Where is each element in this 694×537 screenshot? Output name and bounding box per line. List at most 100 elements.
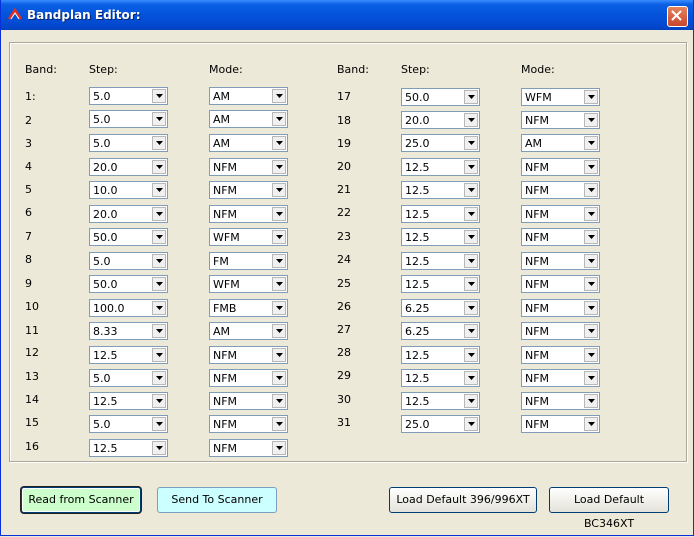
- mode-select-band-16[interactable]: NFM: [209, 439, 288, 457]
- mode-select-band-13[interactable]: NFM: [209, 369, 288, 387]
- dropdown-arrow-icon[interactable]: [152, 441, 166, 455]
- dropdown-arrow-icon[interactable]: [272, 183, 286, 197]
- dropdown-arrow-icon[interactable]: [464, 207, 478, 221]
- dropdown-arrow-icon[interactable]: [272, 301, 286, 315]
- step-select-band-9[interactable]: 50.0: [89, 275, 168, 293]
- title-bar[interactable]: Bandplan Editor:: [1, 0, 693, 30]
- mode-select-band-21[interactable]: NFM: [521, 181, 600, 199]
- mode-select-band-2[interactable]: AM: [209, 110, 288, 128]
- close-button[interactable]: [667, 6, 688, 27]
- dropdown-arrow-icon[interactable]: [152, 348, 166, 362]
- mode-select-band-22[interactable]: NFM: [521, 205, 600, 223]
- dropdown-arrow-icon[interactable]: [584, 183, 598, 197]
- dropdown-arrow-icon[interactable]: [584, 207, 598, 221]
- dropdown-arrow-icon[interactable]: [584, 348, 598, 362]
- dropdown-arrow-icon[interactable]: [152, 324, 166, 338]
- step-select-band-22[interactable]: 12.5: [401, 205, 480, 223]
- mode-select-band-29[interactable]: NFM: [521, 369, 600, 387]
- dropdown-arrow-icon[interactable]: [584, 90, 598, 104]
- dropdown-arrow-icon[interactable]: [464, 160, 478, 174]
- dropdown-arrow-icon[interactable]: [584, 394, 598, 408]
- dropdown-arrow-icon[interactable]: [464, 417, 478, 431]
- mode-select-band-31[interactable]: NFM: [521, 415, 600, 433]
- mode-select-band-26[interactable]: NFM: [521, 299, 600, 317]
- mode-select-band-9[interactable]: WFM: [209, 275, 288, 293]
- step-select-band-8[interactable]: 5.0: [89, 252, 168, 270]
- mode-select-band-18[interactable]: NFM: [521, 111, 600, 129]
- dropdown-arrow-icon[interactable]: [584, 136, 598, 150]
- mode-select-band-3[interactable]: AM: [209, 134, 288, 152]
- dropdown-arrow-icon[interactable]: [152, 254, 166, 268]
- dropdown-arrow-icon[interactable]: [584, 301, 598, 315]
- dropdown-arrow-icon[interactable]: [272, 417, 286, 431]
- dropdown-arrow-icon[interactable]: [464, 136, 478, 150]
- dropdown-arrow-icon[interactable]: [272, 324, 286, 338]
- dropdown-arrow-icon[interactable]: [272, 277, 286, 291]
- mode-select-band-27[interactable]: NFM: [521, 322, 600, 340]
- step-select-band-31[interactable]: 25.0: [401, 415, 480, 433]
- dropdown-arrow-icon[interactable]: [464, 183, 478, 197]
- step-select-band-19[interactable]: 25.0: [401, 134, 480, 152]
- dropdown-arrow-icon[interactable]: [464, 394, 478, 408]
- step-select-band-10[interactable]: 100.0: [89, 299, 168, 317]
- step-select-band-17[interactable]: 50.0: [401, 88, 480, 106]
- dropdown-arrow-icon[interactable]: [272, 254, 286, 268]
- dropdown-arrow-icon[interactable]: [272, 230, 286, 244]
- mode-select-band-12[interactable]: NFM: [209, 346, 288, 364]
- dropdown-arrow-icon[interactable]: [464, 90, 478, 104]
- dropdown-arrow-icon[interactable]: [464, 113, 478, 127]
- step-select-band-7[interactable]: 50.0: [89, 228, 168, 246]
- load-default-bc346xt-button[interactable]: Load Default BC346XT: [549, 487, 669, 530]
- mode-select-band-6[interactable]: NFM: [209, 205, 288, 223]
- mode-select-band-28[interactable]: NFM: [521, 346, 600, 364]
- dropdown-arrow-icon[interactable]: [584, 371, 598, 385]
- dropdown-arrow-icon[interactable]: [584, 417, 598, 431]
- dropdown-arrow-icon[interactable]: [152, 160, 166, 174]
- step-select-band-30[interactable]: 12.5: [401, 392, 480, 410]
- mode-select-band-24[interactable]: NFM: [521, 252, 600, 270]
- dropdown-arrow-icon[interactable]: [152, 112, 166, 126]
- mode-select-band-5[interactable]: NFM: [209, 181, 288, 199]
- step-select-band-15[interactable]: 5.0: [89, 415, 168, 433]
- mode-select-band-1[interactable]: AM: [209, 87, 288, 105]
- mode-select-band-11[interactable]: AM: [209, 322, 288, 340]
- step-select-band-21[interactable]: 12.5: [401, 181, 480, 199]
- dropdown-arrow-icon[interactable]: [464, 371, 478, 385]
- mode-select-band-8[interactable]: FM: [209, 252, 288, 270]
- dropdown-arrow-icon[interactable]: [152, 371, 166, 385]
- step-select-band-28[interactable]: 12.5: [401, 346, 480, 364]
- dropdown-arrow-icon[interactable]: [464, 301, 478, 315]
- dropdown-arrow-icon[interactable]: [464, 230, 478, 244]
- step-select-band-13[interactable]: 5.0: [89, 369, 168, 387]
- step-select-band-23[interactable]: 12.5: [401, 228, 480, 246]
- step-select-band-12[interactable]: 12.5: [89, 346, 168, 364]
- dropdown-arrow-icon[interactable]: [152, 417, 166, 431]
- dropdown-arrow-icon[interactable]: [152, 301, 166, 315]
- step-select-band-27[interactable]: 6.25: [401, 322, 480, 340]
- load-default-396-996xt-button[interactable]: Load Default 396/996XT: [389, 487, 537, 513]
- dropdown-arrow-icon[interactable]: [584, 160, 598, 174]
- dropdown-arrow-icon[interactable]: [152, 89, 166, 103]
- dropdown-arrow-icon[interactable]: [272, 348, 286, 362]
- read-from-scanner-button[interactable]: Read from Scanner: [21, 487, 141, 513]
- mode-select-band-25[interactable]: NFM: [521, 275, 600, 293]
- step-select-band-26[interactable]: 6.25: [401, 299, 480, 317]
- dropdown-arrow-icon[interactable]: [272, 207, 286, 221]
- mode-select-band-4[interactable]: NFM: [209, 158, 288, 176]
- step-select-band-20[interactable]: 12.5: [401, 158, 480, 176]
- dropdown-arrow-icon[interactable]: [464, 254, 478, 268]
- step-select-band-4[interactable]: 20.0: [89, 158, 168, 176]
- dropdown-arrow-icon[interactable]: [272, 160, 286, 174]
- dropdown-arrow-icon[interactable]: [272, 136, 286, 150]
- dropdown-arrow-icon[interactable]: [584, 113, 598, 127]
- step-select-band-25[interactable]: 12.5: [401, 275, 480, 293]
- dropdown-arrow-icon[interactable]: [152, 183, 166, 197]
- dropdown-arrow-icon[interactable]: [272, 394, 286, 408]
- mode-select-band-14[interactable]: NFM: [209, 392, 288, 410]
- step-select-band-16[interactable]: 12.5: [89, 439, 168, 457]
- dropdown-arrow-icon[interactable]: [272, 371, 286, 385]
- dropdown-arrow-icon[interactable]: [584, 230, 598, 244]
- dropdown-arrow-icon[interactable]: [272, 112, 286, 126]
- mode-select-band-17[interactable]: WFM: [521, 88, 600, 106]
- dropdown-arrow-icon[interactable]: [584, 254, 598, 268]
